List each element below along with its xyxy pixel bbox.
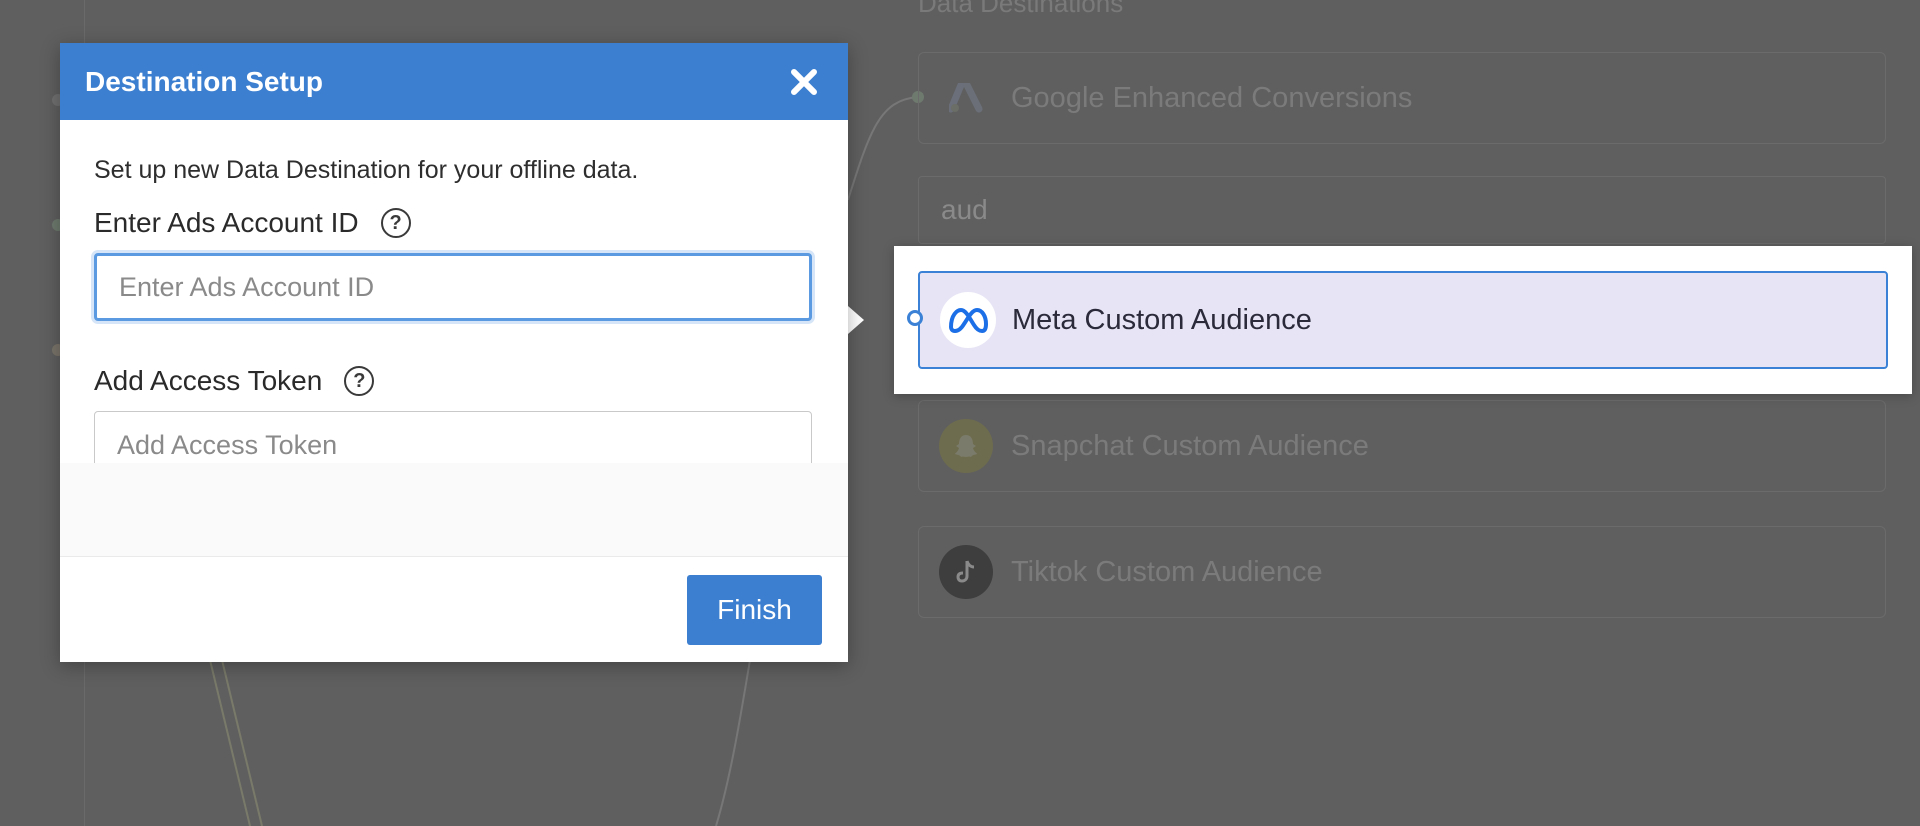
destination-google[interactable]: Google Enhanced Conversions [918, 52, 1886, 144]
destinations-header: Data Destinations [918, 0, 1124, 18]
destination-label: Tiktok Custom Audience [1011, 555, 1323, 588]
modal-header: Destination Setup [60, 43, 848, 120]
close-button[interactable] [784, 62, 824, 102]
account-id-input[interactable] [94, 253, 812, 321]
modal-spacer [60, 463, 848, 556]
destination-tiktok[interactable]: Tiktok Custom Audience [918, 526, 1886, 618]
destination-snapchat[interactable]: Snapchat Custom Audience [918, 400, 1886, 492]
destination-search-input[interactable]: aud [918, 176, 1886, 244]
help-icon[interactable]: ? [344, 366, 375, 396]
google-ads-icon [939, 71, 993, 125]
meta-icon [940, 292, 996, 348]
destination-label: Meta Custom Audience [1012, 303, 1312, 336]
modal-body: Set up new Data Destination for your off… [60, 120, 848, 500]
access-token-label: Add Access Token [94, 365, 323, 396]
destination-label: Snapchat Custom Audience [1011, 429, 1369, 462]
modal-footer: Finish [60, 556, 848, 662]
connection-port[interactable] [907, 310, 923, 326]
finish-button[interactable]: Finish [687, 575, 822, 645]
tiktok-icon [939, 545, 993, 599]
modal-title: Destination Setup [85, 65, 324, 97]
access-token-label-row: Add Access Token ? [94, 365, 814, 397]
modal-pointer [848, 306, 864, 334]
account-id-label: Enter Ads Account ID [94, 207, 359, 238]
help-icon[interactable]: ? [380, 208, 411, 238]
destination-setup-modal: Destination Setup Set up new Data Destin… [60, 43, 848, 662]
destination-meta[interactable]: Meta Custom Audience [918, 271, 1888, 369]
modal-description: Set up new Data Destination for your off… [94, 156, 639, 184]
destination-label: Google Enhanced Conversions [1011, 81, 1413, 114]
account-id-label-row: Enter Ads Account ID ? [94, 207, 814, 239]
close-icon [791, 68, 817, 95]
snapchat-icon [939, 419, 993, 473]
